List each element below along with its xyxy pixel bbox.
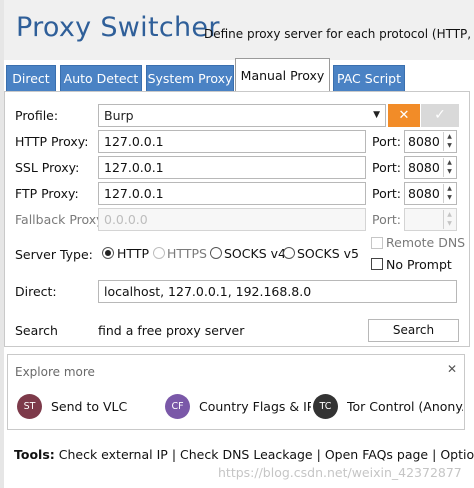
app-title: Proxy Switcher xyxy=(16,12,220,43)
tools-label: Tools: xyxy=(14,447,55,462)
spin-down-icon: ▼ xyxy=(447,220,452,227)
search-button[interactable]: Search xyxy=(368,319,459,342)
app-subtitle: Define proxy server for each protocol (H… xyxy=(204,27,474,41)
check-external-ip-link[interactable]: Check external IP xyxy=(59,447,168,462)
save-profile-button[interactable]: ✓ xyxy=(421,104,459,127)
tools-bar: Tools: Check external IP | Check DNS Leack… xyxy=(14,447,474,462)
fallback-port-input[interactable]: ▲ ▼ xyxy=(404,208,457,231)
port-spinner[interactable]: ▲ ▼ xyxy=(443,132,455,151)
ssl-port-input[interactable]: 8080 ▲ ▼ xyxy=(404,156,457,179)
spin-up-icon: ▲ xyxy=(447,211,452,218)
spin-up-icon[interactable]: ▲ xyxy=(444,184,455,193)
tools-separator: | xyxy=(171,447,177,462)
explore-title: Explore more xyxy=(15,365,95,379)
ftp-port-label: Port: xyxy=(372,186,401,201)
watermark: https://blog.csdn.net/weixin_42372877 xyxy=(218,465,462,480)
server-type-http-radio[interactable] xyxy=(102,247,114,259)
ftp-proxy-input[interactable]: 127.0.0.1 xyxy=(98,182,366,205)
explore-item-tor-control[interactable]: Tor Control (Anony... xyxy=(347,399,463,414)
profile-value: Burp xyxy=(104,108,134,123)
direct-label: Direct: xyxy=(15,284,57,299)
profile-label: Profile: xyxy=(15,108,59,123)
remote-dns-label: Remote DNS xyxy=(386,235,466,250)
ssl-proxy-input[interactable]: 127.0.0.1 xyxy=(98,156,366,179)
fallback-port-label: Port: xyxy=(372,212,401,227)
server-type-socks5-radio[interactable] xyxy=(283,247,295,259)
close-icon[interactable]: ✕ xyxy=(447,362,457,376)
server-type-socks4-label: SOCKS v4 xyxy=(224,246,286,261)
http-port-label: Port: xyxy=(372,134,401,149)
spin-down-icon[interactable]: ▼ xyxy=(444,167,455,176)
http-proxy-label: HTTP Proxy: xyxy=(15,134,89,149)
explore-item-country-flags[interactable]: Country Flags & IP ... xyxy=(199,399,311,414)
header: Proxy Switcher Define proxy server for e… xyxy=(4,0,474,60)
explore-more-panel: Explore more ✕ ST Send to VLC CF Country… xyxy=(7,354,465,430)
explore-item-send-to-vlc[interactable]: Send to VLC xyxy=(51,399,156,414)
search-label: Search xyxy=(15,323,58,338)
fallback-proxy-label: Fallback Proxy: xyxy=(15,212,107,227)
server-type-http-label: HTTP xyxy=(117,246,149,261)
port-spinner[interactable]: ▲ ▼ xyxy=(443,184,455,203)
delete-profile-button[interactable]: ✕ xyxy=(388,104,420,127)
no-prompt-label: No Prompt xyxy=(386,257,452,272)
http-port-input[interactable]: 8080 ▲ ▼ xyxy=(404,130,457,153)
open-faqs-link[interactable]: Open FAQs page xyxy=(325,447,428,462)
port-spinner: ▲ ▼ xyxy=(443,210,455,229)
server-type-https-radio[interactable] xyxy=(153,247,165,259)
search-hint: find a free proxy server xyxy=(98,323,245,338)
ssl-proxy-label: SSL Proxy: xyxy=(15,160,80,175)
tab-auto-detect[interactable]: Auto Detect xyxy=(60,65,142,92)
ftp-port-value: 8080 xyxy=(408,186,440,201)
chevron-down-icon: ▼ xyxy=(373,110,380,120)
server-type-socks4-radio[interactable] xyxy=(210,247,222,259)
ssl-port-label: Port: xyxy=(372,160,401,175)
ssl-port-value: 8080 xyxy=(408,160,440,175)
avatar[interactable]: TC xyxy=(313,394,338,419)
direct-input[interactable]: localhost, 127.0.0.1, 192.168.8.0 xyxy=(98,280,457,303)
tools-separator: | xyxy=(316,447,321,462)
fallback-proxy-input[interactable]: 0.0.0.0 xyxy=(98,208,366,231)
check-dns-leakage-link[interactable]: Check DNS Leackage xyxy=(180,447,313,462)
tab-system-proxy[interactable]: System Proxy xyxy=(146,65,234,92)
tab-direct[interactable]: Direct xyxy=(6,65,56,92)
tab-pac-script[interactable]: PAC Script xyxy=(333,65,405,92)
no-prompt-checkbox[interactable] xyxy=(371,258,383,270)
avatar[interactable]: ST xyxy=(17,394,42,419)
ftp-port-input[interactable]: 8080 ▲ ▼ xyxy=(404,182,457,205)
server-type-socks5-label: SOCKS v5 xyxy=(297,246,359,261)
port-spinner[interactable]: ▲ ▼ xyxy=(443,158,455,177)
tab-manual-proxy[interactable]: Manual Proxy xyxy=(235,58,330,92)
http-proxy-input[interactable]: 127.0.0.1 xyxy=(98,130,366,153)
options-link[interactable]: Options xyxy=(440,447,474,462)
spin-up-icon[interactable]: ▲ xyxy=(444,158,455,167)
tools-separator: | xyxy=(432,447,437,462)
spin-down-icon[interactable]: ▼ xyxy=(444,193,455,202)
profile-select[interactable]: Burp ▼ xyxy=(98,104,386,127)
avatar[interactable]: CF xyxy=(165,394,190,419)
http-port-value: 8080 xyxy=(408,134,440,149)
ftp-proxy-label: FTP Proxy: xyxy=(15,186,79,201)
server-type-https-label: HTTPS xyxy=(167,246,207,261)
spin-down-icon[interactable]: ▼ xyxy=(444,141,455,150)
tab-bar: Direct Auto Detect System Proxy Manual P… xyxy=(4,58,474,92)
spin-up-icon[interactable]: ▲ xyxy=(444,132,455,141)
server-type-label: Server Type: xyxy=(15,247,93,262)
remote-dns-checkbox[interactable] xyxy=(371,237,383,249)
